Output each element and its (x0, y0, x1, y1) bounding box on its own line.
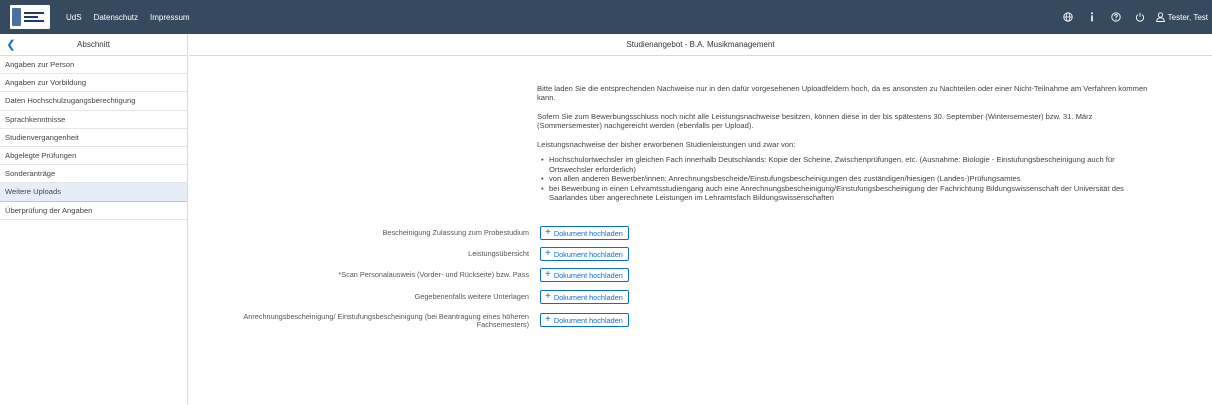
nav-link-impressum[interactable]: Impressum (150, 13, 190, 22)
upload-row-anrechnung: Anrechnungsbescheinigung/ Einstufungsbes… (189, 312, 1212, 330)
upload-weitere-unterlagen-button[interactable]: + Dokument hochladen (540, 290, 629, 304)
upload-label: Anrechnungsbescheinigung/ Einstufungsbes… (243, 312, 529, 330)
list-item: bei Bewerbung in einen Lehramtsstudienga… (537, 184, 1157, 203)
upload-label: Bescheinigung Zulassung zum Probestudium (382, 228, 529, 237)
sidebar-item-vorbildung[interactable]: Angaben zur Vorbildung (0, 74, 187, 93)
upload-row-weitere-unterlagen: Gegebenenfalls weitere Unterlagen + Dokum… (189, 290, 1212, 304)
upload-anrechnung-button[interactable]: + Dokument hochladen (540, 313, 629, 327)
sidebar-item-ueberpruefung[interactable]: Überprüfung der Angaben (0, 202, 187, 220)
sidebar-item-sonderantraege[interactable]: Sonderanträge (0, 165, 187, 184)
shell-bar: UdS Datenschutz Impressum Tester, Test (0, 0, 1212, 34)
upload-row-leistungsuebersicht: Leistungsübersicht + Dokument hochladen (189, 247, 1212, 261)
instructions: Bitte laden Sie die entsprechenden Nachw… (537, 84, 1157, 203)
upload-leistungsuebersicht-button[interactable]: + Dokument hochladen (540, 247, 629, 261)
shell-actions: Tester, Test (1056, 0, 1208, 34)
nav-link-uds[interactable]: UdS (66, 13, 82, 22)
upload-label: *Scan Personalausweis (Vorder- und Rücks… (338, 270, 529, 279)
plus-icon: + (545, 248, 551, 259)
upload-probestudium-button[interactable]: + Dokument hochladen (540, 226, 629, 240)
sidebar-title: Abschnitt (77, 40, 110, 49)
info-icon[interactable] (1080, 12, 1104, 22)
upload-row-probestudium: Bescheinigung Zulassung zum Probestudium… (189, 226, 1212, 240)
plus-icon: + (545, 269, 551, 280)
sidebar-item-sprachkenntnisse[interactable]: Sprachkenntnisse (0, 111, 187, 129)
list-item: Hochschulortwechsler im gleichen Fach in… (537, 155, 1157, 174)
upload-personalausweis-button[interactable]: + Dokument hochladen (540, 268, 629, 282)
upload-row-personalausweis: *Scan Personalausweis (Vorder- und Rücks… (189, 268, 1212, 282)
logo-crest (12, 8, 21, 26)
sidebar-header: ❮ Abschnitt (0, 34, 187, 56)
user-name: Tester, Test (1167, 12, 1208, 22)
plus-icon: + (545, 291, 551, 302)
top-nav: UdS Datenschutz Impressum (66, 13, 202, 22)
sidebar-item-person[interactable]: Angaben zur Person (0, 56, 187, 75)
page-title: Studienangebot - B.A. Musikmanagement (189, 34, 1212, 56)
sidebar-item-weitere-uploads[interactable]: Weitere Uploads (0, 183, 187, 202)
globe-icon[interactable] (1056, 12, 1080, 22)
logo-wordmark (24, 11, 44, 23)
bullet-list: Hochschulortwechsler im gleichen Fach in… (537, 155, 1157, 202)
user-menu[interactable]: Tester, Test (1155, 12, 1208, 22)
sidebar-item-studienvergangenheit[interactable]: Studienvergangenheit (0, 129, 187, 147)
plus-icon: + (545, 314, 551, 325)
instruction-paragraph-3: Leistungsnachweise der bisher erworbenen… (537, 139, 796, 149)
university-logo[interactable] (10, 5, 50, 29)
sidebar-item-hochschulzugangsberechtigung[interactable]: Daten Hochschulzugangsberechtigung (0, 92, 187, 111)
sidebar: ❮ Abschnitt Angaben zur Person Angaben z… (0, 34, 188, 405)
user-icon (1155, 12, 1165, 22)
back-chevron-icon[interactable]: ❮ (0, 38, 22, 51)
upload-label: Gegebenenfalls weitere Unterlagen (414, 292, 529, 301)
upload-label: Leistungsübersicht (468, 249, 529, 258)
power-icon[interactable] (1128, 12, 1152, 22)
plus-icon: + (545, 227, 551, 238)
instruction-paragraph-1: Bitte laden Sie die entsprechenden Nachw… (537, 84, 1148, 103)
help-icon[interactable] (1104, 12, 1128, 22)
list-item: von allen anderen Bewerber/innen: Anrech… (537, 174, 1157, 184)
sidebar-item-pruefungen[interactable]: Abgelegte Prüfungen (0, 147, 187, 166)
nav-link-datenschutz[interactable]: Datenschutz (94, 13, 138, 22)
instruction-paragraph-2: Sofern Sie zum Bewerbungsschluss noch ni… (537, 111, 1093, 131)
main-content: Studienangebot - B.A. Musikmanagement Bi… (189, 34, 1212, 405)
